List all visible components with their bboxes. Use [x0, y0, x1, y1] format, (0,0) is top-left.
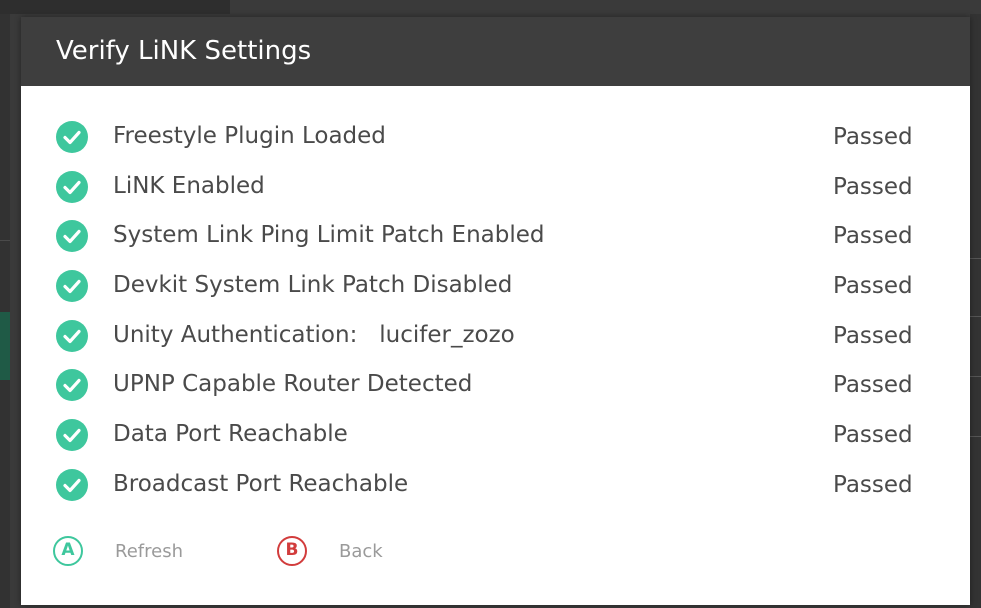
check-circle-icon [56, 220, 88, 253]
check-status: Passed [833, 322, 913, 349]
check-label: System Link Ping Limit Patch Enabled [113, 222, 545, 249]
check-label: LiNK Enabled [113, 172, 265, 199]
background-right-panel [970, 14, 981, 608]
a-button-icon: A [53, 536, 83, 566]
back-button[interactable]: B Back [277, 536, 417, 572]
check-status: Passed [833, 273, 913, 300]
check-circle-icon [56, 468, 88, 501]
check-label: Devkit System Link Patch Disabled [113, 272, 513, 299]
background-divider [0, 240, 10, 241]
check-circle-icon [56, 121, 88, 153]
check-row: LiNK Enabled Passed [21, 170, 970, 221]
check-label: Freestyle Plugin Loaded [113, 123, 386, 149]
background-divider [970, 316, 981, 317]
background-divider [970, 376, 981, 377]
check-circle-icon [56, 270, 88, 303]
dialog-header: Verify LiNK Settings [21, 17, 970, 86]
check-status: Passed [833, 223, 913, 250]
check-row: Freestyle Plugin Loaded Passed [21, 121, 970, 171]
b-button-icon: B [277, 536, 307, 566]
check-row: Unity Authentication: lucifer_zozo Passe… [21, 319, 970, 370]
check-status: Passed [833, 422, 913, 449]
check-row: Data Port Reachable Passed [21, 419, 970, 469]
check-row: Devkit System Link Patch Disabled Passed [21, 270, 970, 320]
check-circle-icon [56, 170, 88, 203]
check-status: Passed [833, 124, 913, 150]
check-label: Unity Authentication: lucifer_zozo [113, 321, 515, 348]
refresh-button[interactable]: A Refresh [53, 536, 213, 572]
background-top-strip [0, 0, 230, 14]
back-label: Back [339, 541, 383, 562]
check-status: Passed [833, 173, 913, 200]
check-label: Broadcast Port Reachable [113, 470, 409, 497]
dialog-footer: A Refresh B Back [21, 536, 970, 576]
verify-link-dialog: Verify LiNK Settings Freestyle Plugin Lo… [21, 17, 970, 605]
check-circle-icon [56, 319, 88, 352]
background-divider [970, 436, 981, 437]
check-circle-icon [56, 419, 88, 452]
background-highlight [0, 312, 10, 380]
background-divider [970, 258, 981, 259]
check-label: UPNP Capable Router Detected [113, 371, 473, 398]
check-circle-icon [56, 369, 88, 402]
check-list: Freestyle Plugin Loaded Passed LiNK Enab… [21, 121, 970, 519]
check-status: Passed [833, 372, 913, 399]
check-row: UPNP Capable Router Detected Passed [21, 369, 970, 419]
check-label: Data Port Reachable [113, 421, 348, 448]
refresh-label: Refresh [115, 541, 183, 562]
background-left-panel [0, 14, 10, 608]
check-row: Broadcast Port Reachable Passed [21, 468, 970, 519]
check-status: Passed [833, 471, 913, 498]
check-row: System Link Ping Limit Patch Enabled Pas… [21, 220, 970, 270]
dialog-title: Verify LiNK Settings [56, 36, 312, 66]
